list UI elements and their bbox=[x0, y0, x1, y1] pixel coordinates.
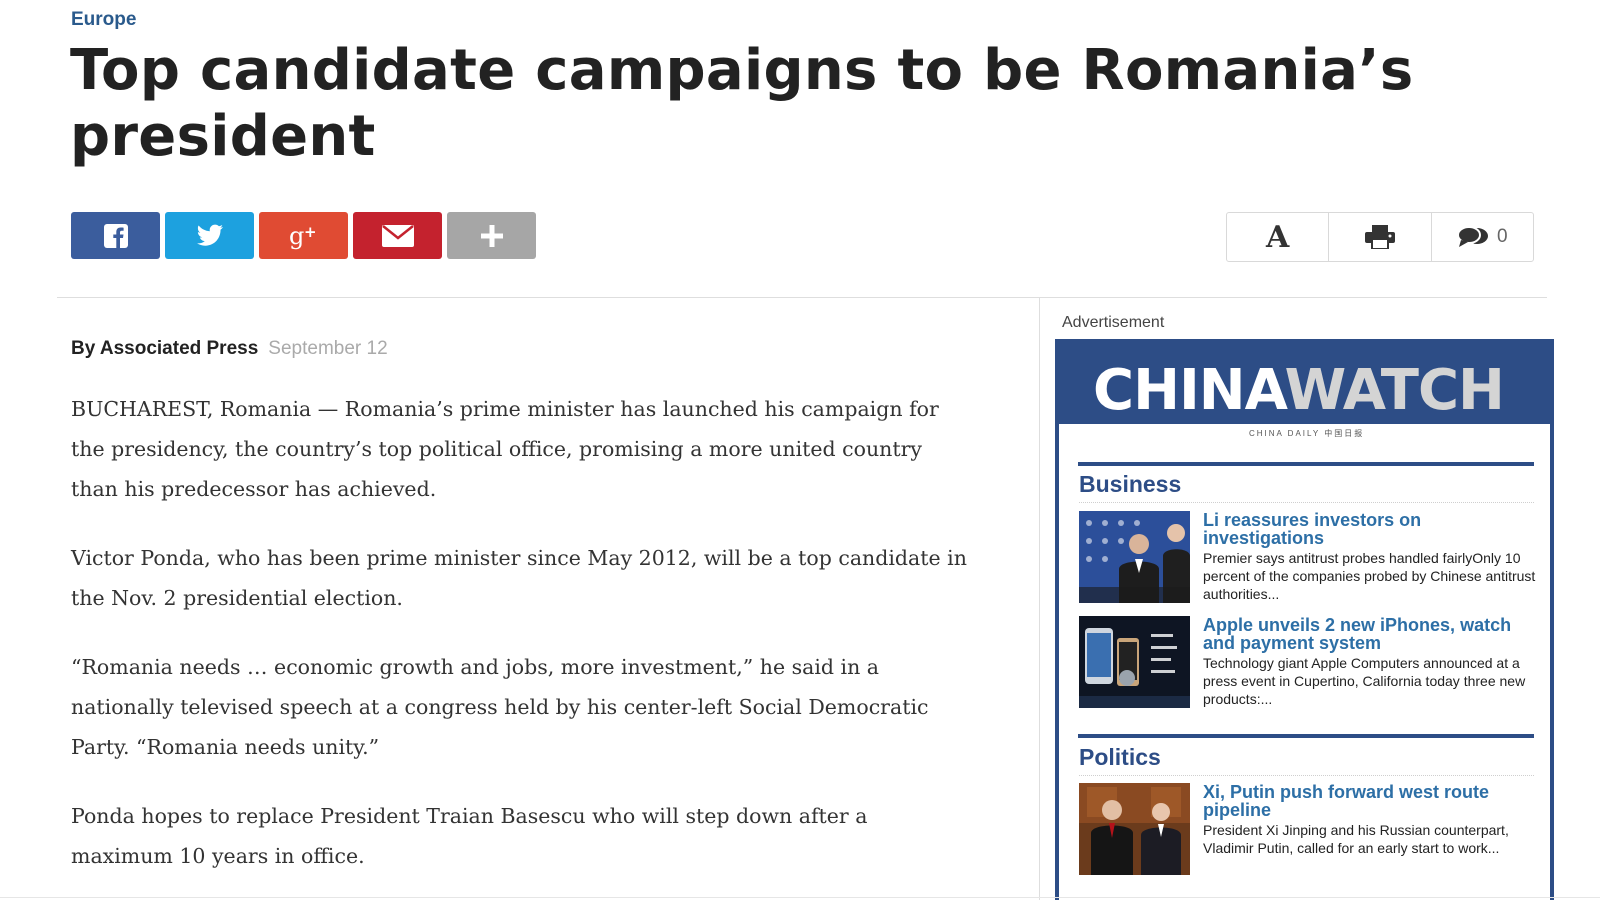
twitter-share-button[interactable] bbox=[165, 212, 254, 259]
ad-story[interactable]: Apple unveils 2 new iPhones, watch and p… bbox=[1079, 616, 1534, 708]
article-paragraph: Victor Ponda, who has been prime ministe… bbox=[71, 546, 967, 610]
chinawatch-ad[interactable]: CHINAWATCH CHINA DAILY 中国日报 Business Li … bbox=[1055, 339, 1554, 900]
print-button[interactable] bbox=[1329, 213, 1432, 261]
font-size-button[interactable]: A bbox=[1227, 213, 1330, 261]
ad-story-desc: Premier says antitrust probes handled fa… bbox=[1203, 550, 1536, 602]
comments-icon bbox=[1457, 226, 1489, 247]
article-headline: Top candidate campaigns to be Romania’s … bbox=[70, 38, 1414, 169]
divider bbox=[57, 297, 1547, 298]
twitter-icon bbox=[196, 224, 223, 246]
plus-icon bbox=[480, 224, 503, 247]
byline: By Associated Press September 12 bbox=[71, 338, 388, 360]
advertisement-label: Advertisement bbox=[1062, 314, 1165, 331]
page-bottom-edge bbox=[0, 897, 1600, 898]
ad-story[interactable]: Li reassures investors on investigations… bbox=[1079, 511, 1535, 603]
column-divider bbox=[1039, 297, 1040, 900]
article-paragraph: Ponda hopes to replace President Traian … bbox=[71, 804, 868, 868]
iphone-thumbnail[interactable] bbox=[1079, 616, 1190, 708]
article-body: BUCHAREST, Romania — Romania’s prime min… bbox=[71, 389, 971, 905]
facebook-share-button[interactable] bbox=[71, 212, 160, 259]
li-forum-thumbnail[interactable] bbox=[1079, 511, 1190, 603]
china-daily-subtitle: CHINA DAILY 中国日报 bbox=[1249, 429, 1365, 438]
google-plus-share-button[interactable]: g + bbox=[259, 212, 348, 259]
ad-dotted-divider bbox=[1079, 775, 1534, 776]
article-paragraph: BUCHAREST, Romania — Romania’s prime min… bbox=[71, 397, 939, 501]
print-icon bbox=[1364, 225, 1395, 249]
article-paragraph: “Romania needs … economic growth and job… bbox=[71, 655, 929, 759]
author-link[interactable]: By Associated Press bbox=[71, 338, 258, 359]
email-share-button[interactable] bbox=[353, 212, 442, 259]
comment-count: 0 bbox=[1497, 226, 1508, 247]
ad-divider bbox=[1078, 734, 1534, 738]
ad-story[interactable]: Xi, Putin push forward west route pipeli… bbox=[1079, 783, 1534, 875]
ad-story-title[interactable]: Li reassures investors on investigations bbox=[1203, 511, 1538, 547]
ad-story-desc: Technology giant Apple Computers announc… bbox=[1203, 655, 1526, 707]
share-bar: g + bbox=[71, 212, 536, 259]
section-link[interactable]: Europe bbox=[71, 9, 136, 31]
leaders-thumbnail[interactable] bbox=[1079, 783, 1190, 875]
ad-dotted-divider bbox=[1079, 502, 1534, 503]
font-size-icon: A bbox=[1266, 219, 1290, 255]
svg-text:+: + bbox=[304, 223, 317, 241]
svg-text:g: g bbox=[289, 222, 304, 250]
facebook-icon bbox=[103, 223, 128, 248]
ad-story-title[interactable]: Apple unveils 2 new iPhones, watch and p… bbox=[1203, 616, 1538, 652]
email-icon bbox=[381, 224, 414, 247]
chinawatch-logo: CHINAWATCH bbox=[1093, 358, 1505, 423]
more-share-button[interactable] bbox=[447, 212, 536, 259]
ad-section-business[interactable]: Business bbox=[1079, 471, 1181, 498]
google-plus-icon: g + bbox=[289, 222, 317, 250]
article-tools: A 0 bbox=[1226, 212, 1534, 262]
ad-header: CHINAWATCH bbox=[1059, 339, 1550, 424]
ad-story-desc: President Xi Jinping and his Russian cou… bbox=[1203, 822, 1509, 856]
ad-story-title[interactable]: Xi, Putin push forward west route pipeli… bbox=[1203, 783, 1538, 819]
publish-date: September 12 bbox=[268, 338, 388, 359]
ad-divider bbox=[1078, 462, 1534, 466]
comments-button[interactable]: 0 bbox=[1432, 213, 1533, 261]
ad-section-politics[interactable]: Politics bbox=[1079, 744, 1161, 771]
